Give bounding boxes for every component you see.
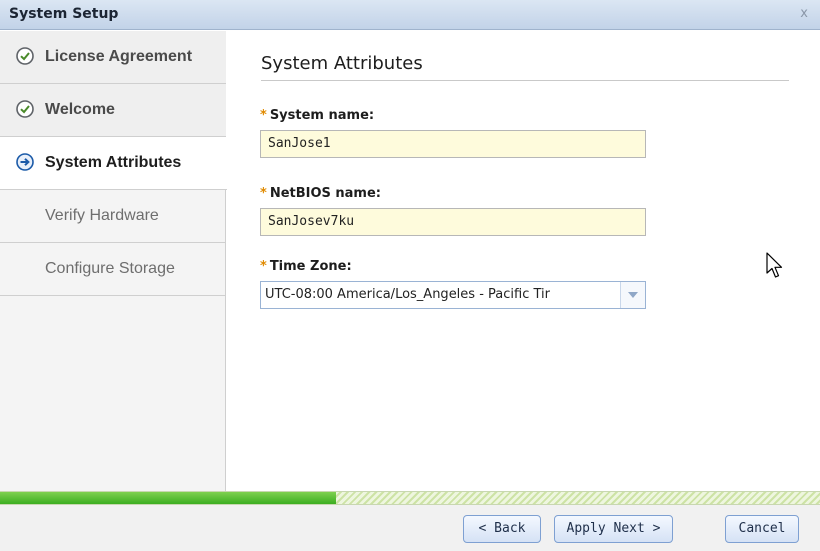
time-zone-label-text: Time Zone:: [269, 259, 352, 274]
step-label: License Agreement: [45, 48, 193, 65]
step-system-attributes[interactable]: System Attributes: [0, 137, 227, 190]
netbios-name-label-text: NetBIOS name:: [269, 186, 381, 201]
time-zone-select[interactable]: UTC-08:00 America/Los_Angeles - Pacific …: [260, 281, 646, 309]
check-circle-icon: [16, 100, 34, 118]
page-title: System Attributes: [261, 53, 789, 81]
step-label: System Attributes: [45, 154, 182, 171]
step-verify-hardware[interactable]: Verify Hardware: [0, 190, 226, 243]
netbios-name-label: * NetBIOS name:: [260, 186, 381, 201]
main-panel: System Attributes * System name: SanJose1…: [227, 31, 820, 491]
step-welcome[interactable]: Welcome: [0, 84, 226, 137]
step-label: Verify Hardware: [45, 207, 159, 224]
check-circle-icon: [16, 47, 34, 65]
step-label: Configure Storage: [45, 260, 175, 277]
progress-fill: [0, 492, 337, 504]
dialog-footer: < Back Apply Next > Cancel: [0, 505, 820, 551]
chevron-down-icon: [628, 292, 638, 298]
dialog-title: System Setup: [9, 6, 119, 22]
netbios-name-input[interactable]: SanJosev7ku: [260, 208, 646, 236]
cancel-button[interactable]: Cancel: [725, 515, 799, 543]
close-icon[interactable]: x: [800, 6, 808, 21]
mouse-pointer-icon: [766, 252, 783, 278]
dialog-title-bar: System Setup x: [0, 0, 820, 30]
system-name-label: * System name:: [260, 108, 374, 123]
back-button[interactable]: < Back: [463, 515, 541, 543]
required-marker: *: [260, 108, 267, 123]
time-zone-label: * Time Zone:: [260, 259, 352, 274]
step-license-agreement[interactable]: License Agreement: [0, 31, 226, 84]
time-zone-value: UTC-08:00 America/Los_Angeles - Pacific …: [265, 287, 550, 302]
system-name-input[interactable]: SanJose1: [260, 130, 646, 158]
step-label: Welcome: [45, 101, 115, 118]
dropdown-toggle[interactable]: [620, 282, 645, 308]
wizard-steps-sidebar: License Agreement Welcome System Attribu…: [0, 31, 227, 491]
setup-progress-bar: [0, 491, 820, 505]
system-name-label-text: System name:: [269, 108, 375, 123]
required-marker: *: [260, 259, 267, 274]
required-marker: *: [260, 186, 267, 201]
apply-next-button[interactable]: Apply Next >: [554, 515, 673, 543]
step-configure-storage[interactable]: Configure Storage: [0, 243, 226, 296]
arrow-circle-icon: [16, 153, 34, 171]
